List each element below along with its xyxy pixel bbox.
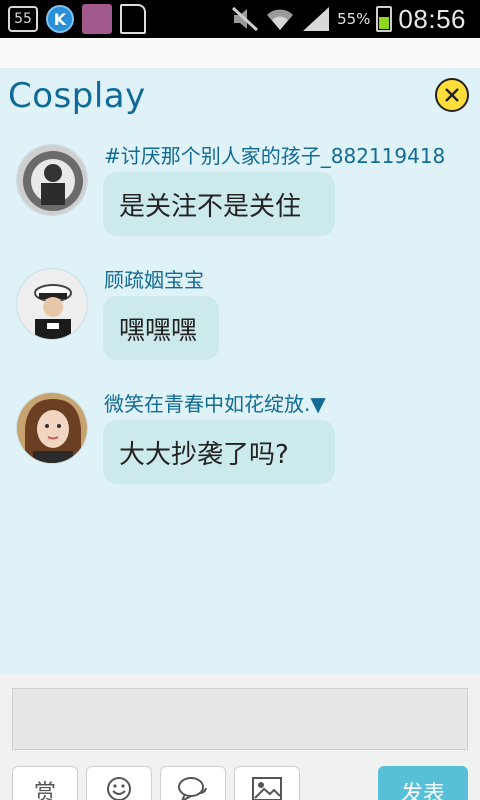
status-bar: 55 K 55% 08:56: [0, 0, 480, 38]
top-strip: [0, 38, 480, 68]
clock: 08:56: [398, 3, 466, 34]
comments-panel: Cosplay #讨厌那个别人家的孩子_882119418 是关注不是关住 顾疏…: [0, 68, 480, 674]
system-icons: 55% 08:56: [231, 4, 466, 34]
notification-icons: 55 K: [8, 4, 146, 34]
username[interactable]: 微笑在青春中如花绽放.▼: [104, 388, 326, 417]
image-icon: [252, 777, 282, 800]
notification-count-badge: 55: [8, 6, 38, 32]
avatar[interactable]: [16, 144, 88, 216]
close-button[interactable]: [435, 78, 469, 112]
message-bubble: 是关注不是关住: [103, 172, 335, 236]
reward-icon: 赏: [33, 781, 56, 800]
battery-icon: [376, 6, 393, 32]
note-app-icon: [82, 4, 112, 34]
avatar[interactable]: [16, 392, 88, 464]
chat-button[interactable]: [160, 766, 226, 800]
comment-input[interactable]: [12, 688, 468, 750]
chat-bubble-icon: [178, 777, 207, 800]
mute-icon: [232, 6, 259, 32]
send-button[interactable]: 发表: [378, 766, 468, 800]
message-item: 微笑在青春中如花绽放.▼ 大大抄袭了吗?: [0, 392, 480, 502]
message-bubble: 大大抄袭了吗?: [103, 420, 335, 484]
image-button[interactable]: [234, 766, 300, 800]
page-title: Cosplay: [8, 76, 146, 116]
avatar[interactable]: [16, 268, 88, 340]
username[interactable]: #讨厌那个别人家的孩子_882119418: [104, 140, 445, 169]
wifi-icon: [267, 9, 294, 30]
battery-percent: 55%: [337, 10, 371, 28]
sim-card-icon: [120, 4, 146, 34]
k-app-icon: K: [46, 5, 74, 33]
message-item: #讨厌那个别人家的孩子_882119418 是关注不是关住: [0, 144, 480, 254]
message-bubble: 嘿嘿嘿: [103, 296, 219, 360]
signal-icon: [303, 7, 330, 31]
reward-button[interactable]: 赏: [12, 766, 78, 800]
composer-bar: 赏 发表: [0, 674, 480, 800]
emoji-button[interactable]: [86, 766, 152, 800]
close-icon: [445, 88, 459, 102]
message-item: 顾疏姻宝宝 嘿嘿嘿: [0, 268, 480, 378]
emoji-icon: [107, 777, 131, 800]
username[interactable]: 顾疏姻宝宝: [104, 264, 204, 293]
